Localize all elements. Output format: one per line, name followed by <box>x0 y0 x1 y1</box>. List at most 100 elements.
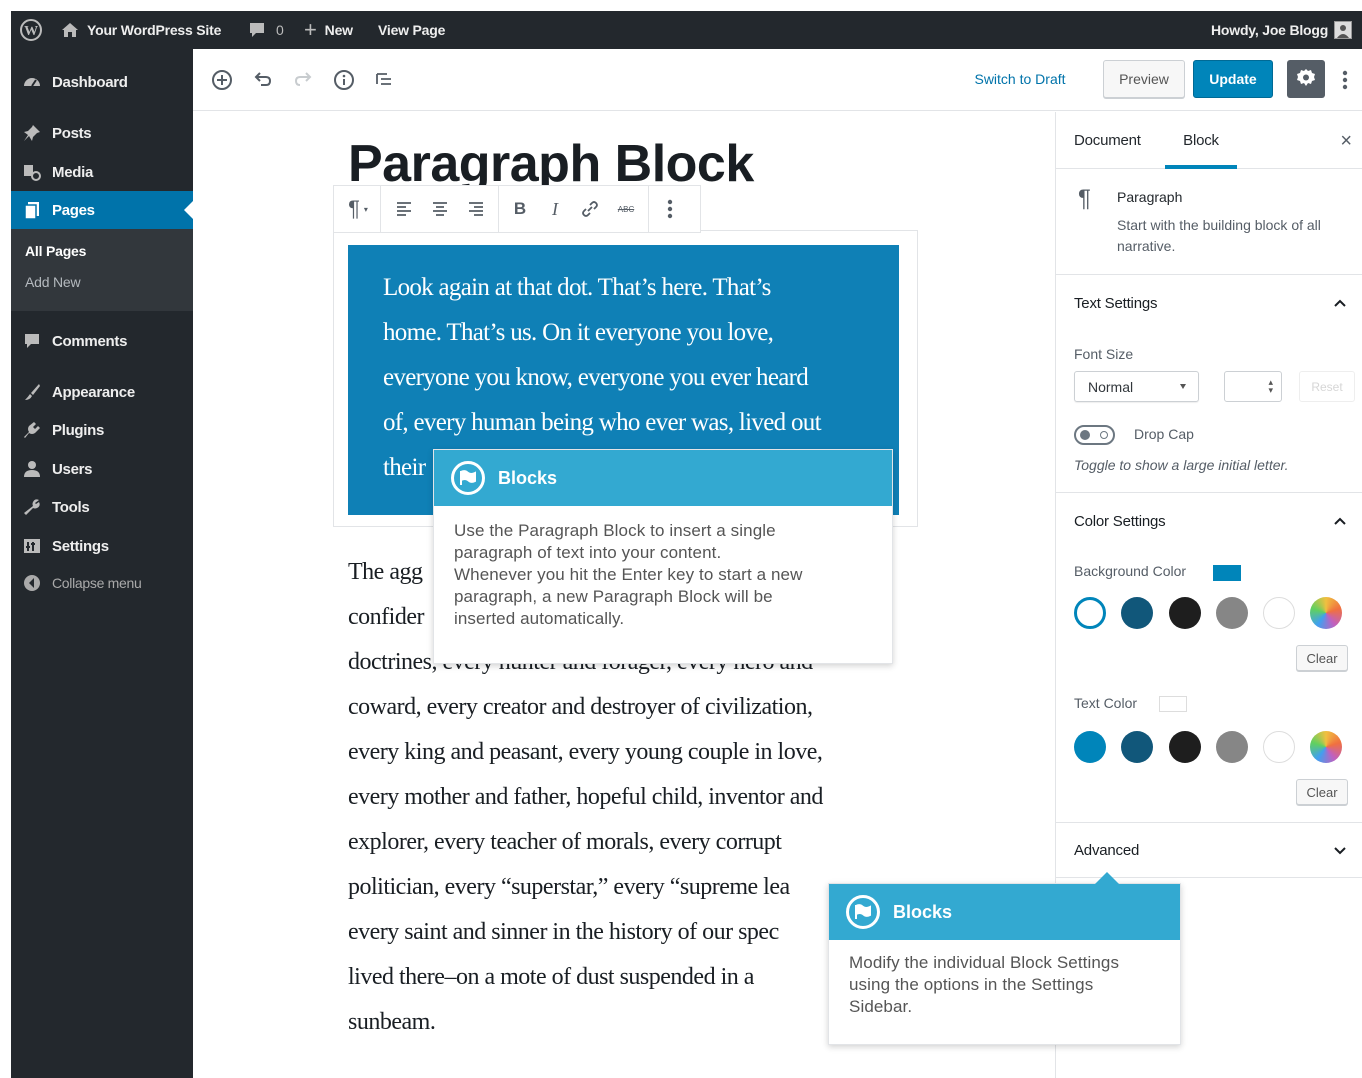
admin-menu: Dashboard Posts Media Pages All Pages Ad… <box>11 49 193 1078</box>
collapse-menu-button[interactable]: Collapse menu <box>11 564 193 602</box>
preview-button[interactable]: Preview <box>1103 60 1185 98</box>
drop-cap-toggle[interactable] <box>1074 425 1115 445</box>
info-icon[interactable] <box>333 69 355 91</box>
align-right-icon[interactable] <box>462 186 490 232</box>
menu-posts[interactable]: Posts <box>11 114 193 152</box>
dashboard-icon <box>21 73 43 91</box>
chevron-down-icon <box>1180 384 1186 389</box>
comment-bubble-icon <box>248 22 266 38</box>
submenu-add-new[interactable]: Add New <box>25 274 81 290</box>
block-switcher-button[interactable]: ¶ ▾ <box>340 186 376 232</box>
paragraph-line: every king and peasant, every young coup… <box>348 739 823 765</box>
close-icon[interactable]: × <box>1340 130 1352 153</box>
redo-icon[interactable] <box>292 69 314 91</box>
custom-color-picker[interactable] <box>1310 597 1342 629</box>
tip-header: Blocks <box>434 450 892 506</box>
align-center-icon[interactable] <box>426 186 454 232</box>
italic-icon[interactable]: I <box>541 186 569 232</box>
text-color-clear-button[interactable]: Clear <box>1296 779 1348 805</box>
tip-line: paragraph of text into your content. <box>454 543 722 562</box>
background-clear-button[interactable]: Clear <box>1296 645 1348 671</box>
update-button[interactable]: Update <box>1193 60 1273 98</box>
more-options-icon[interactable] <box>1335 69 1355 91</box>
color-swatch-dark-blue[interactable] <box>1121 597 1153 629</box>
chevron-down-icon[interactable] <box>1333 843 1347 857</box>
caret-down-icon: ▾ <box>363 204 368 214</box>
inserter-plus-icon[interactable] <box>211 69 233 91</box>
color-swatch-dark-blue[interactable] <box>1121 731 1153 763</box>
advanced-toggle[interactable]: Advanced <box>1074 823 1139 877</box>
settings-toggle-button[interactable] <box>1287 60 1325 98</box>
custom-color-picker[interactable] <box>1310 731 1342 763</box>
paragraph-line: every mother and father, hopeful child, … <box>348 784 823 810</box>
avatar <box>1334 21 1353 39</box>
align-left-icon[interactable] <box>390 186 418 232</box>
menu-comments[interactable]: Comments <box>11 322 193 360</box>
color-swatch-black[interactable] <box>1169 731 1201 763</box>
color-swatch-gray[interactable] <box>1216 597 1248 629</box>
tip-title: Blocks <box>893 901 953 922</box>
menu-tools[interactable]: Tools <box>11 488 193 526</box>
quote-line: home. That’s us. On it everyone you love… <box>383 319 774 346</box>
account-menu[interactable]: Howdy, Joe Blogg <box>1211 11 1353 49</box>
gear-icon <box>1296 68 1316 91</box>
menu-appearance[interactable]: Appearance <box>11 373 193 411</box>
menu-plugins[interactable]: Plugins <box>11 411 193 449</box>
menu-settings[interactable]: Settings <box>11 527 193 565</box>
font-size-select[interactable]: Normal <box>1074 371 1199 402</box>
tip-body: Modify the individual Block Settings usi… <box>849 952 1165 1018</box>
user-icon <box>21 460 43 478</box>
font-size-number-input[interactable]: ▴ ▾ <box>1224 371 1282 402</box>
site-name-link[interactable]: Your WordPress Site <box>61 11 221 49</box>
color-settings-panel: Color Settings Background Color Clear Te… <box>1056 493 1362 823</box>
color-swatch-blue[interactable] <box>1074 731 1106 763</box>
flag-icon <box>846 895 880 929</box>
block-more-options-icon[interactable] <box>656 186 684 232</box>
bold-icon[interactable]: B <box>506 186 534 232</box>
color-settings-toggle[interactable]: Color Settings <box>1074 493 1166 549</box>
menu-pages[interactable]: Pages <box>11 191 193 229</box>
color-swatch-black[interactable] <box>1169 597 1201 629</box>
menu-dashboard[interactable]: Dashboard <box>11 63 193 101</box>
chevron-up-icon[interactable] <box>1333 514 1347 528</box>
tab-document[interactable]: Document <box>1074 112 1141 169</box>
new-content-link[interactable]: + New <box>304 11 353 49</box>
tip-line: Modify the individual Block Settings <box>849 953 1120 972</box>
link-icon[interactable] <box>576 186 604 232</box>
menu-media-label: Media <box>52 163 94 181</box>
plus-icon: + <box>304 17 317 42</box>
pages-icon <box>21 201 43 219</box>
editor-header: Switch to Draft Preview Update <box>193 49 1362 111</box>
color-swatch-blue-selected[interactable] <box>1074 597 1106 629</box>
wordpress-logo-icon[interactable]: W <box>19 11 43 49</box>
comments-link[interactable]: 0 <box>248 11 284 49</box>
color-swatch-white[interactable] <box>1263 597 1295 629</box>
menu-media[interactable]: Media <box>11 153 193 191</box>
menu-users[interactable]: Users <box>11 450 193 488</box>
block-navigation-icon[interactable] <box>374 69 396 91</box>
switch-to-draft-button[interactable]: Switch to Draft <box>965 60 1075 98</box>
strikethrough-icon[interactable]: ABC <box>612 186 640 232</box>
tab-block[interactable]: Block <box>1165 112 1237 169</box>
color-swatch-gray[interactable] <box>1216 731 1248 763</box>
text-settings-toggle[interactable]: Text Settings <box>1074 275 1157 331</box>
quote-line: everyone you know, everyone you ever hea… <box>383 364 809 391</box>
chevron-up-icon[interactable] <box>1333 296 1347 310</box>
paragraph-line: politician, every “superstar,” every “su… <box>348 874 790 900</box>
blocks-tip-paragraph: Blocks Use the Paragraph Block to insert… <box>433 449 893 664</box>
tip-line: Use the Paragraph Block to insert a sing… <box>454 521 776 540</box>
quote-line: of, every human being who ever was, live… <box>383 409 822 436</box>
menu-pages-label: Pages <box>52 201 95 219</box>
paintbrush-icon <box>21 383 43 401</box>
tip-line: using the options in the Settings <box>849 975 1094 994</box>
view-page-link[interactable]: View Page <box>378 11 445 49</box>
submenu-all-pages[interactable]: All Pages <box>25 243 86 259</box>
tip-line: inserted automatically. <box>454 609 625 628</box>
app-frame: W Your WordPress Site 0 + New View Page … <box>11 11 1362 1078</box>
block-toolbar: ¶ ▾ B I ABC <box>333 185 701 233</box>
undo-icon[interactable] <box>252 69 274 91</box>
font-size-reset-button[interactable]: Reset <box>1299 371 1355 402</box>
color-swatch-white[interactable] <box>1263 731 1295 763</box>
toggle-knob <box>1080 430 1090 440</box>
sidebar-tabs: Document Block × <box>1056 112 1362 169</box>
